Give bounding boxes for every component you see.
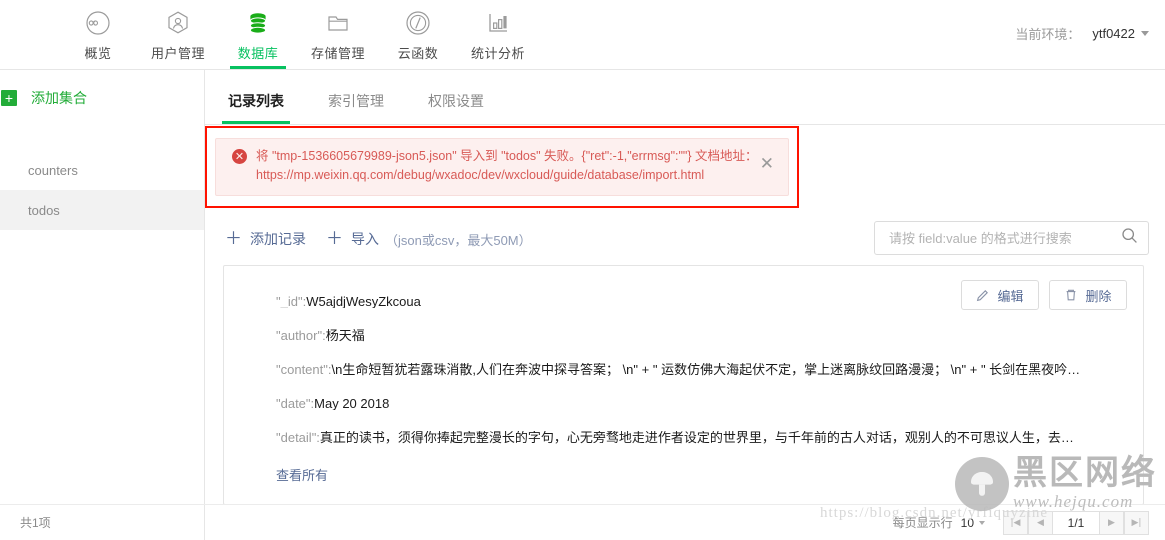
import-button[interactable]: ＋ 导入 （json或csv，最大50M）: [326, 229, 532, 249]
collection-label: counters: [28, 162, 78, 178]
nav-label-user-management: 用户管理: [150, 46, 205, 61]
delete-label: 删除: [1085, 288, 1112, 304]
content-tabs: 记录列表 索引管理 权限设置: [205, 70, 1165, 125]
pagination: 每页显示行 10 |◀ ◀ 1/1 ▶ ▶|: [892, 510, 1149, 535]
field-key: "detail":: [276, 431, 320, 444]
environment-value: ytf0422: [1092, 26, 1135, 41]
nav-label-overview: 概览: [84, 46, 112, 61]
record-field-content: "content":\n生命短暂犹若露珠消散,人们在奔波中探寻答案； \n" +…: [276, 363, 1136, 376]
add-record-label: 添加记录: [250, 231, 306, 247]
page-indicator: 1/1: [1053, 510, 1099, 535]
search-input[interactable]: [889, 230, 1121, 246]
record-field-author: "author":杨天福: [276, 329, 1136, 342]
tab-index-management[interactable]: 索引管理: [325, 91, 387, 124]
infinity-icon: [85, 8, 111, 38]
field-key: "content":: [276, 363, 332, 376]
database-icon: [245, 8, 271, 38]
top-navigation-bar: 概览 用户管理 数据库 存储管理 云函数 统计分析 当前环境： ytf0422: [0, 0, 1165, 70]
field-value: May 20 2018: [314, 397, 390, 410]
total-count: 共1项: [20, 516, 51, 530]
plus-icon: ＋: [326, 228, 343, 249]
tab-record-list[interactable]: 记录列表: [222, 91, 290, 124]
search-icon[interactable]: [1121, 227, 1138, 249]
import-hint: （json或csv，最大50M）: [385, 232, 532, 248]
import-error-alert: ✕ 将 "tmp-1536605679989-json5.json" 导入到 "…: [215, 138, 789, 196]
add-collection-button[interactable]: + 添加集合: [0, 70, 204, 125]
edit-label: 编辑: [997, 288, 1024, 304]
add-record-button[interactable]: ＋ 添加记录: [225, 229, 306, 249]
field-value: W5ajdjWesyZkcoua: [306, 295, 421, 308]
nav-label-statistics: 统计分析: [470, 46, 525, 61]
prev-page-button[interactable]: ◀: [1028, 510, 1053, 535]
record-actions: 编辑 删除: [951, 280, 1127, 310]
nav-item-database[interactable]: 数据库: [218, 0, 298, 69]
nav-item-list: 概览 用户管理 数据库 存储管理 云函数 统计分析: [58, 0, 538, 69]
plus-icon: +: [1, 89, 17, 106]
environment-label: 当前环境：: [1015, 27, 1081, 42]
error-message-line2: https://mp.weixin.qq.com/debug/wxadoc/de…: [256, 168, 705, 182]
rows-per-page-value: 10: [960, 515, 974, 530]
collection-sidebar: + 添加集合 counters todos: [0, 70, 205, 540]
rows-per-page-label: 每页显示行: [892, 516, 953, 530]
nav-label-database: 数据库: [237, 46, 279, 61]
plus-icon: ＋: [225, 228, 242, 249]
tab-label: 权限设置: [428, 93, 484, 109]
sidebar-item-todos[interactable]: todos: [0, 190, 204, 230]
sidebar-item-counters[interactable]: counters: [0, 150, 204, 190]
trash-icon: [1067, 289, 1076, 301]
next-page-button[interactable]: ▶: [1099, 510, 1124, 535]
add-collection-label: 添加集合: [31, 89, 87, 106]
tab-label: 索引管理: [328, 93, 384, 109]
record-field-date: "date":May 20 2018: [276, 397, 1136, 410]
collection-label: todos: [28, 202, 60, 218]
environment-selector[interactable]: 当前环境： ytf0422: [1015, 24, 1149, 43]
chevron-down-icon: [979, 520, 985, 525]
record-field-detail: "detail":真正的读书，须得你捧起完整漫长的字句，心无旁骛地走进作者设定的…: [276, 431, 1136, 444]
search-box[interactable]: [874, 221, 1149, 255]
nav-label-cloud-function: 云函数: [397, 46, 439, 61]
field-key: "author":: [276, 329, 326, 342]
error-message-line1: 将 "tmp-1536605679989-json5.json" 导入到 "to…: [256, 149, 758, 163]
folder-icon: [325, 8, 351, 38]
tab-label: 记录列表: [228, 93, 284, 109]
close-icon[interactable]: ✕: [760, 156, 774, 173]
view-all-link[interactable]: 查看所有: [276, 465, 1143, 484]
field-key: "date":: [276, 397, 315, 410]
field-value: 杨天福: [325, 329, 365, 342]
last-page-button[interactable]: ▶|: [1124, 510, 1149, 535]
field-value: \n生命短暂犹若露珠消散,人们在奔波中探寻答案； \n" + " 运数仿佛大海起…: [331, 363, 1081, 376]
field-value: 真正的读书，须得你捧起完整漫长的字句，心无旁骛地走进作者设定的世界里，与千年前的…: [319, 431, 1074, 444]
bar-chart-icon: [485, 8, 511, 38]
pencil-icon: [977, 290, 989, 302]
user-hexagon-icon: [165, 8, 191, 38]
nav-item-user-management[interactable]: 用户管理: [138, 0, 218, 69]
error-message: 将 "tmp-1536605679989-json5.json" 导入到 "to…: [256, 147, 758, 185]
error-highlight-box: ✕ 将 "tmp-1536605679989-json5.json" 导入到 "…: [205, 126, 799, 208]
slash-circle-icon: [405, 8, 431, 38]
import-label: 导入: [351, 231, 379, 247]
error-circle-icon: ✕: [232, 149, 247, 164]
nav-label-storage-management: 存储管理: [310, 46, 365, 61]
delete-record-button[interactable]: 删除: [1049, 280, 1127, 310]
pagination-buttons: |◀ ◀ 1/1 ▶ ▶|: [1003, 510, 1149, 535]
nav-item-storage-management[interactable]: 存储管理: [298, 0, 378, 69]
records-footer: 共1项 每页显示行 10 |◀ ◀ 1/1 ▶ ▶|: [0, 504, 1165, 540]
record-card: 编辑 删除 "_id":W5ajdjWesyZkcoua "author":杨天…: [223, 265, 1144, 505]
nav-item-cloud-function[interactable]: 云函数: [378, 0, 458, 69]
edit-record-button[interactable]: 编辑: [961, 280, 1039, 310]
tab-permission-settings[interactable]: 权限设置: [425, 91, 487, 124]
first-page-button[interactable]: |◀: [1003, 510, 1028, 535]
nav-item-overview[interactable]: 概览: [58, 0, 138, 69]
nav-item-statistics[interactable]: 统计分析: [458, 0, 538, 69]
chevron-down-icon: [1141, 31, 1149, 36]
rows-per-page-select[interactable]: 10: [961, 516, 985, 530]
records-toolbar: ＋ 添加记录 ＋ 导入 （json或csv，最大50M）: [205, 215, 1165, 263]
field-key: "_id":: [276, 295, 307, 308]
